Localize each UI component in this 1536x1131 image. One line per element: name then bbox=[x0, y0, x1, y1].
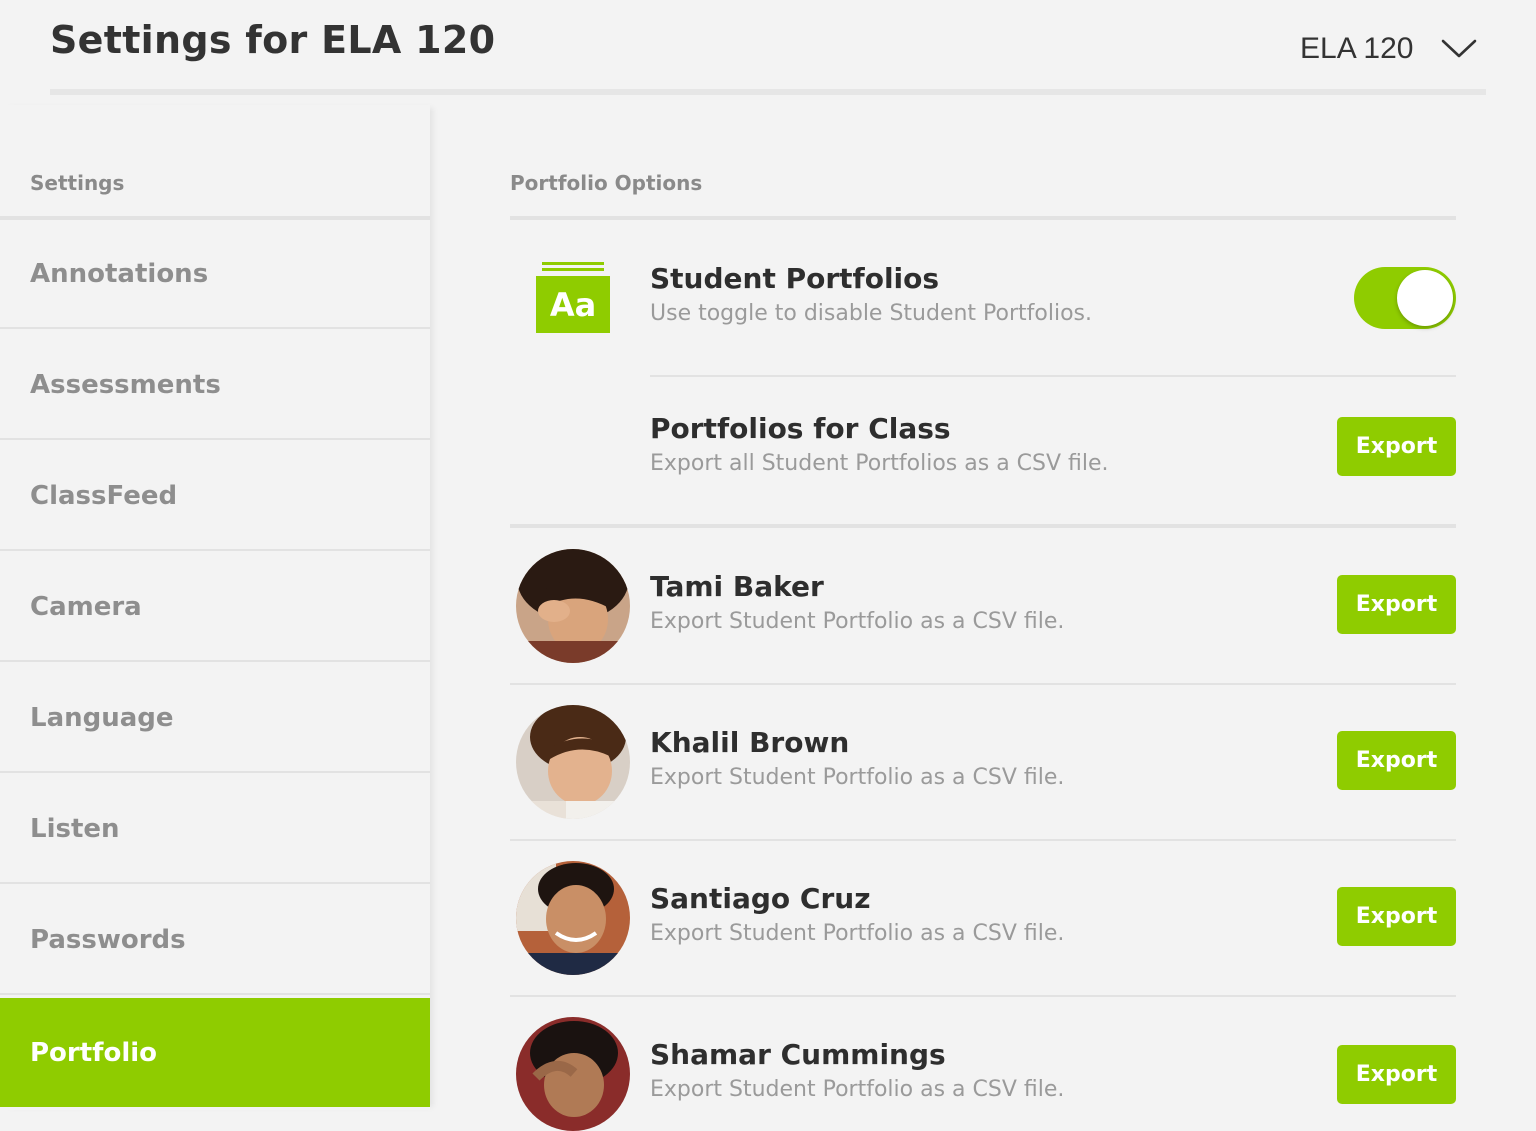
student-subtitle: Export Student Portfolio as a CSV file. bbox=[650, 765, 1065, 790]
row-divider bbox=[510, 683, 1456, 685]
sidebar-item-label: Camera bbox=[30, 591, 142, 622]
student-portfolios-title: Student Portfolios bbox=[650, 262, 940, 295]
section-heading: Portfolio Options bbox=[510, 171, 703, 195]
export-student-button[interactable]: Export bbox=[1337, 575, 1456, 634]
student-portfolios-subtitle: Use toggle to disable Student Portfolios… bbox=[650, 301, 1093, 326]
settings-sidebar: Settings Annotations Assessments ClassFe… bbox=[0, 105, 430, 1110]
export-class-button[interactable]: Export bbox=[1337, 417, 1456, 476]
sidebar-item-label: Assessments bbox=[30, 369, 221, 400]
row-divider bbox=[510, 839, 1456, 841]
chevron-down-icon[interactable] bbox=[1441, 39, 1477, 59]
row-divider bbox=[650, 375, 1456, 377]
sidebar-item-listen[interactable]: Listen bbox=[0, 775, 430, 884]
export-student-button[interactable]: Export bbox=[1337, 1045, 1456, 1104]
portfolio-icon-text: Aa bbox=[536, 276, 610, 333]
sidebar-item-label: Portfolio bbox=[30, 1037, 158, 1068]
student-name: Santiago Cruz bbox=[650, 882, 871, 915]
class-export-subtitle: Export all Student Portfolios as a CSV f… bbox=[650, 451, 1109, 476]
section-divider bbox=[510, 524, 1456, 528]
class-export-title: Portfolios for Class bbox=[650, 412, 951, 445]
sidebar-item-annotations[interactable]: Annotations bbox=[0, 220, 430, 329]
avatar bbox=[516, 549, 630, 663]
section-divider bbox=[510, 216, 1456, 220]
sidebar-heading: Settings bbox=[30, 171, 125, 195]
sidebar-item-label: Listen bbox=[30, 813, 120, 844]
student-subtitle: Export Student Portfolio as a CSV file. bbox=[650, 1077, 1065, 1102]
student-subtitle: Export Student Portfolio as a CSV file. bbox=[650, 609, 1065, 634]
header-divider bbox=[50, 89, 1486, 95]
avatar bbox=[516, 861, 630, 975]
student-name: Khalil Brown bbox=[650, 726, 850, 759]
portfolio-icon: Aa bbox=[536, 262, 610, 333]
sidebar-item-passwords[interactable]: Passwords bbox=[0, 886, 430, 995]
row-divider bbox=[510, 995, 1456, 997]
student-name: Tami Baker bbox=[650, 570, 824, 603]
avatar bbox=[516, 705, 630, 819]
sidebar-item-language[interactable]: Language bbox=[0, 664, 430, 773]
sidebar-item-camera[interactable]: Camera bbox=[0, 553, 430, 662]
sidebar-item-label: Annotations bbox=[30, 258, 209, 289]
export-student-button[interactable]: Export bbox=[1337, 731, 1456, 790]
avatar bbox=[516, 1017, 630, 1131]
student-name: Shamar Cummings bbox=[650, 1038, 946, 1071]
student-portfolios-toggle[interactable] bbox=[1354, 267, 1456, 329]
sidebar-item-portfolio[interactable]: Portfolio bbox=[0, 998, 430, 1107]
export-student-button[interactable]: Export bbox=[1337, 887, 1456, 946]
class-selector[interactable]: ELA 120 bbox=[1300, 26, 1477, 72]
sidebar-item-label: ClassFeed bbox=[30, 480, 178, 511]
student-subtitle: Export Student Portfolio as a CSV file. bbox=[650, 921, 1065, 946]
sidebar-item-classfeed[interactable]: ClassFeed bbox=[0, 442, 430, 551]
sidebar-item-label: Language bbox=[30, 702, 174, 733]
class-selector-label: ELA 120 bbox=[1300, 32, 1414, 65]
toggle-knob bbox=[1397, 270, 1453, 326]
page-title: Settings for ELA 120 bbox=[50, 18, 496, 62]
sidebar-item-assessments[interactable]: Assessments bbox=[0, 331, 430, 440]
sidebar-item-label: Passwords bbox=[30, 924, 186, 955]
